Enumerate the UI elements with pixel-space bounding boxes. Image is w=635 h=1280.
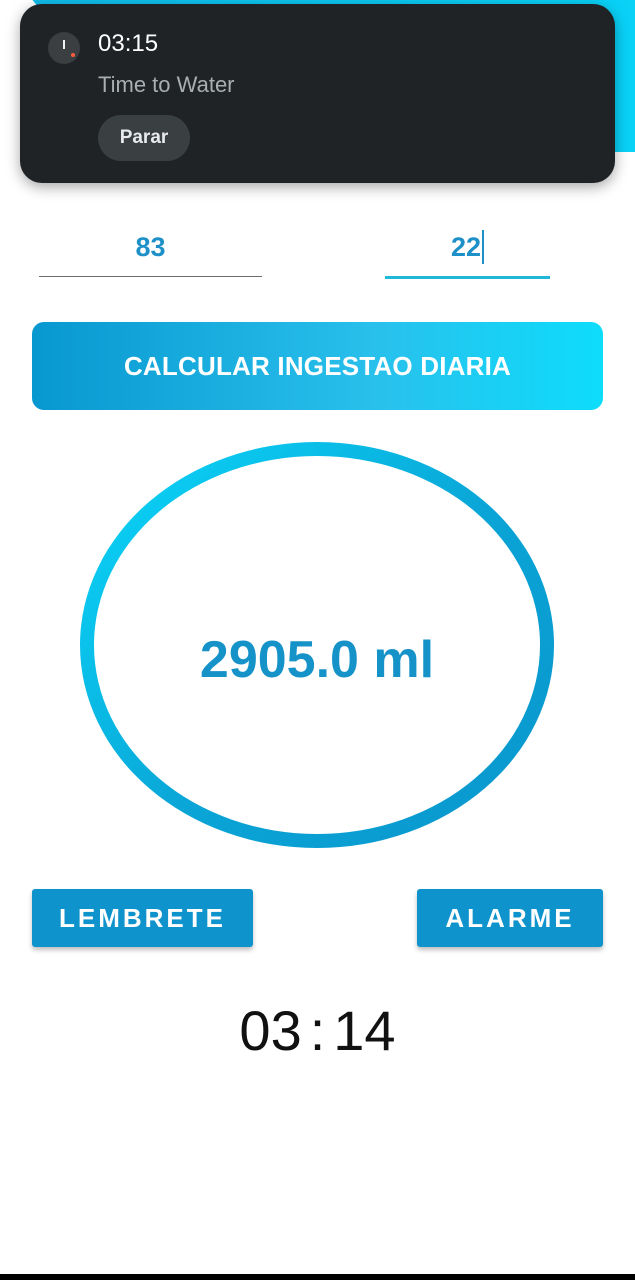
notification-text: Time to Water xyxy=(98,72,235,97)
result-circle: 2905.0 ml xyxy=(80,442,554,848)
system-navigation-bar xyxy=(0,1274,635,1280)
timer-minutes: 14 xyxy=(333,999,396,1062)
heads-up-notification[interactable]: 03:15 Time to Water Parar xyxy=(20,4,615,183)
countdown-timer: 03:14 xyxy=(0,998,635,1063)
reminder-button[interactable]: LEMBRETE xyxy=(32,889,253,947)
age-input[interactable]: 22 xyxy=(385,222,550,279)
text-caret xyxy=(482,229,485,264)
weight-input[interactable]: 83 xyxy=(39,222,262,277)
timer-separator: : xyxy=(309,999,326,1062)
app-screen: ↻ 03:15 Time to Water Parar 83 22 CALCUL… xyxy=(0,0,635,1280)
alarm-button[interactable]: ALARME xyxy=(417,889,603,947)
timer-icon xyxy=(48,32,80,64)
weight-value: 83 xyxy=(135,232,166,262)
result-circle-inner: 2905.0 ml xyxy=(94,456,540,834)
daily-intake-value: 2905.0 ml xyxy=(199,631,435,689)
calculate-intake-button[interactable]: CALCULAR INGESTAO DIARIA xyxy=(32,322,603,410)
timer-hours: 03 xyxy=(239,999,302,1062)
notification-time: 03:15 xyxy=(98,30,159,57)
age-value: 22 xyxy=(450,232,482,262)
stop-button[interactable]: Parar xyxy=(98,115,190,161)
